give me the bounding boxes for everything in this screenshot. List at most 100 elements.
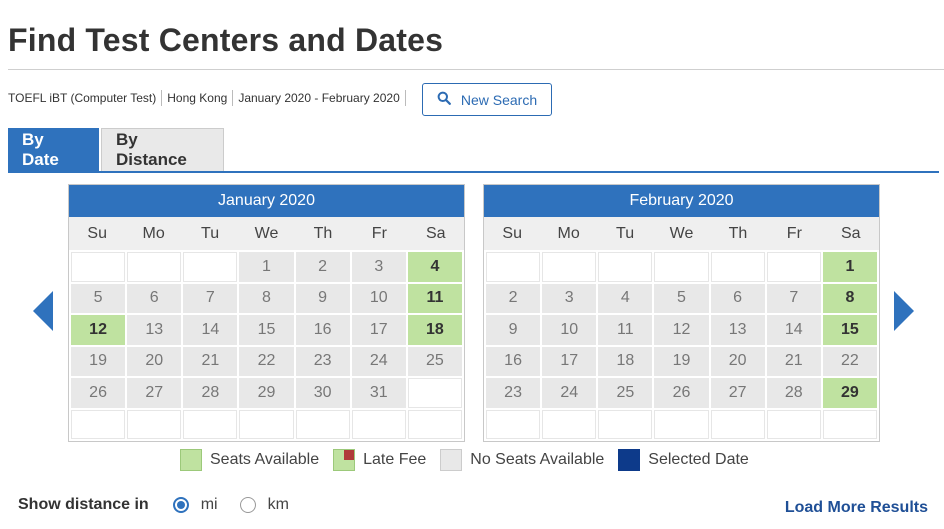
legend-label: Selected Date <box>648 451 749 468</box>
day-cell-no-seats: 20 <box>710 346 765 376</box>
weekday-label: Tu <box>616 224 635 242</box>
search-icon <box>437 91 451 108</box>
day-cell-no-seats: 5 <box>654 283 709 313</box>
day-cell-available[interactable]: 18 <box>407 315 462 345</box>
day-cell-no-seats: 15 <box>239 315 294 345</box>
day-cell-available[interactable]: 11 <box>407 283 462 313</box>
day-cell-no-seats: 27 <box>127 378 182 408</box>
day-cell-empty <box>183 252 238 282</box>
day-cell-no-seats: 22 <box>822 346 877 376</box>
day-cell-empty <box>598 252 653 282</box>
day-cell-no-seats: 6 <box>127 283 182 313</box>
day-cell-empty <box>710 409 765 439</box>
weekday-label: Sa <box>840 224 861 242</box>
day-grid: 1 2 3 4 5 6 7 8 9 10 11 12 13 14 15 16 17 18 19 20 21 22 23 24 2… <box>484 250 879 441</box>
day-cell-no-seats: 11 <box>598 315 653 345</box>
weekday-label: Fr <box>371 224 387 242</box>
criteria-location: Hong Kong <box>162 90 234 106</box>
day-cell-empty <box>822 409 877 439</box>
no-seats-swatch <box>440 449 463 471</box>
legend-item-no-seats: No Seats Available <box>440 449 604 471</box>
day-cell-no-seats: 28 <box>766 378 821 408</box>
tab-divider <box>8 171 939 173</box>
day-cell-no-seats: 21 <box>766 346 821 376</box>
day-cell-empty <box>295 409 350 439</box>
day-cell-no-seats: 17 <box>542 346 597 376</box>
day-cell-no-seats: 10 <box>351 283 406 313</box>
day-cell-empty <box>407 378 462 408</box>
day-cell-no-seats: 5 <box>71 283 126 313</box>
day-cell-no-seats: 27 <box>710 378 765 408</box>
day-cell-empty <box>542 252 597 282</box>
radio-button[interactable] <box>239 497 256 513</box>
tab-by-date[interactable]: By Date <box>8 128 99 171</box>
weekday-header: Su Mo Tu We Th Fr Sa <box>69 217 464 250</box>
day-cell-empty <box>654 409 709 439</box>
weekday-label: Mo <box>557 224 580 242</box>
day-cell-no-seats: 18 <box>598 346 653 376</box>
day-cell-no-seats: 20 <box>127 346 182 376</box>
day-cell-no-seats: 13 <box>127 315 182 345</box>
weekday-label: Su <box>87 224 107 242</box>
day-cell-no-seats: 14 <box>766 315 821 345</box>
criteria-test-type: TOEFL iBT (Computer Test) <box>8 90 163 106</box>
radio-button[interactable] <box>172 497 189 513</box>
day-cell-available[interactable]: 29 <box>822 378 877 408</box>
day-cell-no-seats: 7 <box>766 283 821 313</box>
radio-kilometers[interactable]: km <box>239 496 289 514</box>
weekday-label: Fr <box>786 224 802 242</box>
day-cell-no-seats: 2 <box>486 283 541 313</box>
title-divider <box>8 69 944 70</box>
legend-item-selected-date: Selected Date <box>618 449 749 471</box>
day-cell-empty <box>654 252 709 282</box>
day-cell-empty <box>239 409 294 439</box>
day-cell-available[interactable]: 12 <box>71 315 126 345</box>
day-cell-empty <box>127 252 182 282</box>
day-cell-no-seats: 25 <box>598 378 653 408</box>
legend-label: Late Fee <box>363 451 427 468</box>
day-cell-no-seats: 30 <box>295 378 350 408</box>
day-cell-no-seats: 14 <box>183 315 238 345</box>
day-cell-no-seats: 26 <box>654 378 709 408</box>
legend-label: No Seats Available <box>470 451 605 468</box>
day-cell-empty <box>351 409 406 439</box>
load-more-results-link[interactable]: Load More Results <box>785 499 928 517</box>
weekday-header: Su Mo Tu We Th Fr Sa <box>484 217 879 250</box>
weekday-label: Th <box>313 224 333 242</box>
weekday-label: Sa <box>425 224 446 242</box>
day-cell-no-seats: 22 <box>239 346 294 376</box>
calendar-legend: Seats Available Late Fee No Seats Availa… <box>180 449 763 471</box>
day-cell-no-seats: 16 <box>295 315 350 345</box>
day-cell-no-seats: 9 <box>486 315 541 345</box>
day-cell-no-seats: 4 <box>598 283 653 313</box>
day-cell-no-seats: 2 <box>295 252 350 282</box>
day-cell-available[interactable]: 15 <box>822 315 877 345</box>
radio-label: km <box>267 496 289 513</box>
radio-miles[interactable]: mi <box>172 496 218 514</box>
day-cell-no-seats: 13 <box>710 315 765 345</box>
day-cell-empty <box>598 409 653 439</box>
chevron-right-icon[interactable] <box>892 291 914 331</box>
chevron-left-icon[interactable] <box>33 291 55 331</box>
day-cell-empty <box>486 252 541 282</box>
day-cell-no-seats: 24 <box>542 378 597 408</box>
weekday-label: Su <box>502 224 522 242</box>
day-cell-no-seats: 10 <box>542 315 597 345</box>
day-cell-empty <box>71 252 126 282</box>
weekday-label: We <box>254 224 279 242</box>
day-cell-empty <box>542 409 597 439</box>
calendar-month-title: January 2020 <box>69 185 464 217</box>
day-cell-empty <box>71 409 126 439</box>
new-search-button[interactable]: New Search <box>422 83 552 116</box>
calendar-month-title: February 2020 <box>484 185 879 217</box>
weekday-label: Mo <box>142 224 165 242</box>
new-search-label: New Search <box>460 91 538 108</box>
day-cell-available[interactable]: 8 <box>822 283 877 313</box>
day-cell-available[interactable]: 4 <box>407 252 462 282</box>
day-cell-available[interactable]: 1 <box>822 252 877 282</box>
tab-by-distance[interactable]: By Distance <box>101 128 224 171</box>
day-cell-no-seats: 24 <box>351 346 406 376</box>
day-cell-empty <box>183 409 238 439</box>
legend-label: Seats Available <box>210 451 320 468</box>
day-cell-no-seats: 3 <box>542 283 597 313</box>
